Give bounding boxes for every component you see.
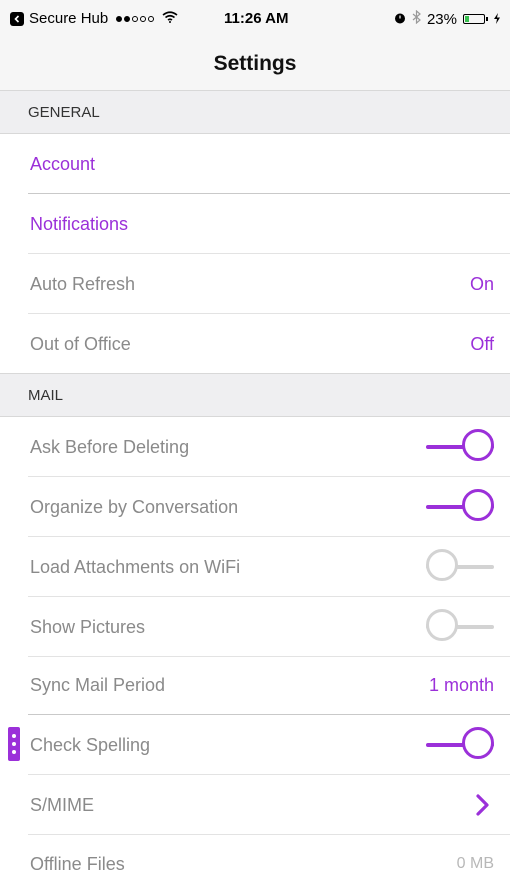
section-header-general: GENERAL [0, 90, 510, 134]
row-show-pictures: Show Pictures [0, 597, 510, 657]
battery-percent: 23% [426, 10, 457, 28]
row-out-of-office[interactable]: Out of Office Off [0, 314, 510, 374]
sync-mail-period-value[interactable]: 1 month [429, 675, 494, 696]
back-to-app-icon[interactable] [10, 11, 24, 26]
status-right: 23% [394, 9, 500, 28]
section-header-mail: MAIL [0, 373, 510, 417]
row-check-spelling: Check Spelling [0, 715, 510, 775]
status-time: 11:26 AM [224, 10, 289, 27]
row-sync-mail-period[interactable]: Sync Mail Period 1 month [0, 655, 510, 715]
out-of-office-value[interactable]: Off [470, 334, 494, 355]
row-label: Notifications [30, 213, 129, 234]
row-label: Offline Files [30, 853, 125, 874]
row-label: Show Pictures [30, 616, 146, 637]
offline-files-value: 0 MB [456, 855, 494, 872]
row-label: Out of Office [30, 333, 131, 354]
battery-icon [463, 14, 488, 24]
row-label: S/MIME [30, 794, 95, 815]
charging-icon [494, 11, 500, 28]
row-ask-before-deleting: Ask Before Deleting [0, 417, 510, 477]
alarm-icon [394, 11, 406, 28]
drag-handle-icon[interactable] [8, 727, 20, 761]
signal-icon [116, 15, 155, 22]
section-header-label: GENERAL [28, 103, 100, 121]
status-bar: Secure Hub 11:26 AM 23% [0, 0, 510, 37]
row-organize-by-conversation: Organize by Conversation [0, 477, 510, 537]
row-smime[interactable]: S/MIME [0, 775, 510, 835]
row-label: Auto Refresh [30, 273, 136, 294]
row-label: Organize by Conversation [30, 496, 239, 517]
status-left: Secure Hub [10, 10, 178, 27]
load-attachments-wifi-toggle[interactable] [426, 549, 494, 585]
page-title: Settings [213, 51, 297, 75]
row-label: Check Spelling [30, 734, 151, 755]
carrier-label: Secure Hub [29, 10, 109, 27]
row-auto-refresh[interactable]: Auto Refresh On [0, 254, 510, 314]
row-notifications[interactable]: Notifications [0, 194, 510, 254]
organize-by-conversation-toggle[interactable] [426, 489, 494, 525]
row-label: Sync Mail Period [30, 674, 166, 695]
row-offline-files[interactable]: Offline Files 0 MB [0, 834, 510, 894]
row-label: Ask Before Deleting [30, 436, 190, 457]
check-spelling-toggle[interactable] [426, 727, 494, 763]
chevron-right-icon[interactable] [472, 793, 492, 817]
ask-before-deleting-toggle[interactable] [426, 429, 494, 465]
wifi-icon [162, 10, 178, 27]
nav-bar: Settings [0, 37, 510, 90]
row-label: Load Attachments on WiFi [30, 556, 241, 577]
row-account[interactable]: Account [0, 134, 510, 194]
row-label: Account [30, 153, 96, 174]
show-pictures-toggle[interactable] [426, 609, 494, 645]
auto-refresh-value[interactable]: On [470, 274, 494, 295]
row-load-attachments-wifi: Load Attachments on WiFi [0, 537, 510, 597]
section-header-label: MAIL [28, 386, 64, 404]
bluetooth-icon [412, 9, 421, 28]
